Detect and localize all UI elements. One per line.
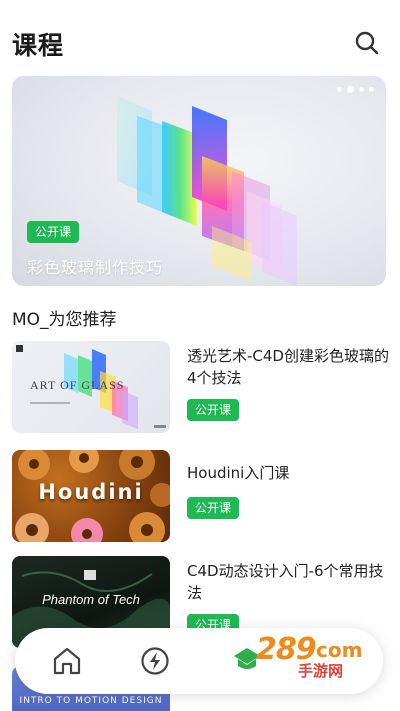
course-card[interactable]: ART OF GLASS 透光艺术-C4D创建彩色玻璃的4个技法 公开课 — [12, 341, 389, 433]
banner-caption: 彩色玻璃制作技巧 — [27, 258, 164, 277]
watermark-text: 手游网 — [298, 662, 344, 680]
carousel-dot[interactable] — [337, 87, 342, 92]
featured-banner[interactable]: 公开课 彩色玻璃制作技巧 — [12, 76, 386, 286]
thumbnail-text: ART OF GLASS — [30, 378, 125, 392]
open-course-badge: 公开课 — [187, 497, 240, 519]
lightning-icon[interactable] — [139, 645, 171, 677]
section-title-recommend: MO_为您推荐 — [12, 310, 117, 330]
course-thumbnail: ART OF GLASS — [12, 341, 170, 433]
carousel-indicator — [337, 86, 374, 93]
thumbnail-text: INTRO TO MOTION DESIGN — [19, 696, 163, 706]
header: 课程 — [0, 0, 400, 76]
course-card[interactable]: Houdini Houdini入门课 公开课 — [12, 450, 388, 542]
course-title: Houdini入门课 — [187, 464, 290, 482]
course-title: C4D动态设计入门-6个常用技法 — [187, 562, 384, 602]
open-course-badge: 公开课 — [187, 399, 240, 421]
carousel-dot[interactable] — [359, 87, 364, 92]
watermark-logo: 289 com 手游网 — [232, 632, 382, 680]
page-title: 课程 — [12, 31, 65, 60]
open-course-badge: 公开课 — [27, 221, 80, 243]
watermark-suffix: com — [316, 638, 363, 662]
thumbnail-text: Houdini — [38, 480, 144, 504]
course-thumbnail: Houdini — [12, 450, 170, 542]
course-title: 透光艺术-C4D创建彩色玻璃的4个技法 — [187, 347, 389, 387]
carousel-dot[interactable] — [369, 87, 374, 92]
search-icon[interactable] — [354, 30, 380, 56]
home-icon[interactable] — [51, 645, 83, 677]
carousel-dot-active[interactable] — [347, 86, 354, 93]
thumbnail-text: Phantom of Tech — [42, 592, 140, 607]
